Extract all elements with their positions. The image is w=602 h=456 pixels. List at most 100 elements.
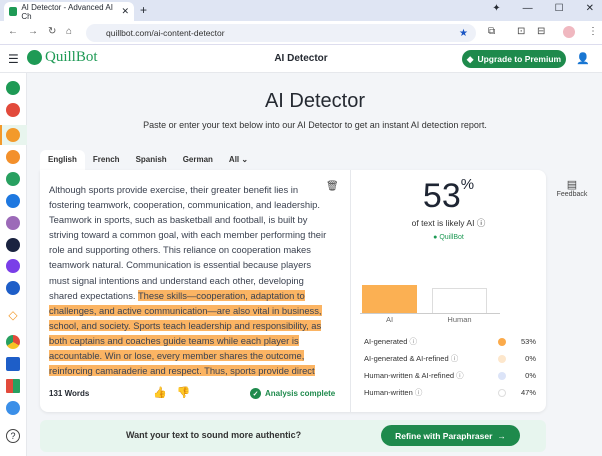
trash-icon[interactable]: 🗑 <box>326 181 339 192</box>
minimize-button[interactable]: — <box>523 3 533 14</box>
analysis-status: ✓ Analysis complete <box>250 388 335 399</box>
paraphraser-icon[interactable] <box>6 81 20 95</box>
info-icon[interactable]: ⓘ <box>456 370 464 381</box>
ai-image-icon[interactable] <box>6 216 20 230</box>
bookmark-star-icon[interactable]: ★ <box>459 28 468 39</box>
info-icon[interactable]: ⓘ <box>451 353 459 364</box>
summarizer-icon[interactable] <box>6 259 20 273</box>
feedback-button[interactable]: ▤ Feedback <box>553 178 591 198</box>
reload-icon[interactable]: ↻ <box>48 26 56 37</box>
button-label: Refine with Paraphraser <box>395 430 493 441</box>
safari-icon[interactable] <box>6 401 20 415</box>
hamburger-icon[interactable]: ☰ <box>8 52 19 66</box>
ai-percentage: 53% <box>351 176 546 216</box>
legend-dot <box>498 337 506 346</box>
plagiarism-checker-icon[interactable] <box>6 150 20 164</box>
text-input-area[interactable]: Although sports provide exercise, their … <box>49 182 329 378</box>
legend-dot <box>498 388 506 397</box>
chat-icon[interactable] <box>6 194 20 208</box>
tab-french[interactable]: French <box>85 150 128 170</box>
tab-all-dropdown[interactable]: All ⌄ <box>221 150 256 170</box>
human-text: Although sports provide exercise, their … <box>49 184 327 301</box>
profile-avatar[interactable] <box>563 26 575 38</box>
ai-detector-icon[interactable] <box>6 128 20 142</box>
legend-row: Human-written & AI-refined ⓘ 0% <box>364 370 536 381</box>
gemini-icon[interactable]: ✦ <box>492 3 500 14</box>
back-icon[interactable]: ← <box>8 26 18 37</box>
legend-row: AI-generated ⓘ 53% <box>364 336 536 347</box>
thumbs-down-icon[interactable]: 👎 <box>177 386 191 399</box>
close-tab-icon[interactable]: ✕ <box>121 6 129 17</box>
legend-value: 0% <box>525 354 536 363</box>
thumbs-up-icon[interactable]: 👍 <box>153 386 167 399</box>
legend-label: Human-written <box>364 388 413 397</box>
browser-tab[interactable]: AI Detector - Advanced AI Ch ✕ <box>4 2 134 21</box>
feedback-label: Feedback <box>556 191 588 198</box>
upgrade-premium-button[interactable]: ◆ Upgrade to Premium <box>462 50 566 68</box>
logo-text: QuillBot <box>45 49 98 65</box>
refine-paraphraser-button[interactable]: Refine with Paraphraser → <box>381 425 520 446</box>
legend-value: 47% <box>520 388 536 397</box>
address-bar-row: ← → ↻ ⌂ quillbot.com/ai-content-detector… <box>0 21 602 45</box>
extensions-icon[interactable]: ⧉ <box>488 26 495 37</box>
app-header: ☰ QuillBot AI Detector ◆ Upgrade to Premi… <box>0 45 602 73</box>
bar-ai <box>362 284 417 314</box>
legend-value: 53% <box>520 337 536 346</box>
maximize-button[interactable]: ☐ <box>555 3 564 14</box>
legend-label: AI-generated <box>364 337 408 346</box>
microsoft-icon[interactable] <box>6 379 20 393</box>
arrow-right-icon: → <box>497 430 506 441</box>
percent-value: 53 <box>422 177 461 215</box>
paraphraser-banner: Want your text to sound more authentic? … <box>40 420 546 452</box>
legend-label: Human-written & AI-refined <box>364 371 455 380</box>
menu-icon[interactable]: ⋮ <box>588 26 598 37</box>
legend-value: 0% <box>525 371 536 380</box>
url-text: quillbot.com/ai-content-detector <box>106 28 225 38</box>
browser-tab-bar: AI Detector - Advanced AI Ch ✕ + ✦ — ☐ ✕ <box>0 0 602 21</box>
detector-card: Although sports provide exercise, their … <box>40 170 546 412</box>
banner-text: Want your text to sound more authentic? <box>126 430 302 440</box>
info-icon[interactable]: ⓘ <box>477 218 486 228</box>
tab-english[interactable]: English <box>40 150 85 170</box>
premium-label: Upgrade to Premium <box>477 54 562 64</box>
ai-highlighted-text: These skills—cooperation, adaptation to … <box>49 289 322 377</box>
feedback-icon: ▤ <box>566 179 578 191</box>
word-count: 131 Words <box>49 389 90 398</box>
info-icon[interactable]: ⓘ <box>409 336 417 347</box>
status-text: Analysis complete <box>265 389 336 398</box>
forward-icon[interactable]: → <box>28 26 38 37</box>
legend-row: AI-generated & AI-refined ⓘ 0% <box>364 353 536 364</box>
home-icon[interactable]: ⌂ <box>66 26 72 37</box>
chrome-extension-icon[interactable] <box>6 335 20 349</box>
screenshot-icon[interactable]: ⊡ <box>517 26 525 37</box>
quillbot-badge: ● QuillBot <box>433 234 464 241</box>
tab-search-icon[interactable]: ⊟ <box>537 26 545 37</box>
tools-sidebar: ◇ ? <box>0 73 27 456</box>
quillbot-logo[interactable]: QuillBot <box>27 49 98 66</box>
info-icon[interactable]: ⓘ <box>415 387 423 398</box>
tab-all-label: All <box>228 155 240 164</box>
check-icon: ✓ <box>250 388 261 399</box>
premium-diamond-icon[interactable]: ◇ <box>6 308 20 322</box>
likely-ai-caption: of text is likely AI ⓘ <box>351 217 546 229</box>
new-tab-button[interactable]: + <box>140 3 147 17</box>
legend-row: Human-written ⓘ 47% <box>364 387 536 398</box>
legend-label: AI-generated & AI-refined <box>364 354 449 363</box>
legend-dot <box>498 354 506 363</box>
bar-human <box>432 288 487 314</box>
tab-spanish[interactable]: Spanish <box>128 150 175 170</box>
close-window-button[interactable]: ✕ <box>586 3 594 14</box>
translator-icon[interactable] <box>6 238 20 252</box>
user-icon[interactable]: 👤 <box>576 52 590 65</box>
tab-german[interactable]: German <box>175 150 221 170</box>
url-input[interactable]: quillbot.com/ai-content-detector ★ <box>86 24 476 42</box>
humanizer-icon[interactable] <box>6 172 20 186</box>
word-addin-icon[interactable] <box>6 357 20 371</box>
grammar-checker-icon[interactable] <box>6 103 20 117</box>
chart-axis <box>360 313 500 314</box>
bar-label: Human <box>447 315 472 324</box>
help-icon[interactable]: ? <box>6 429 20 443</box>
quillbot-favicon <box>9 7 18 16</box>
language-tabs: English French Spanish German All ⌄ <box>40 150 256 170</box>
citation-generator-icon[interactable] <box>6 281 20 295</box>
